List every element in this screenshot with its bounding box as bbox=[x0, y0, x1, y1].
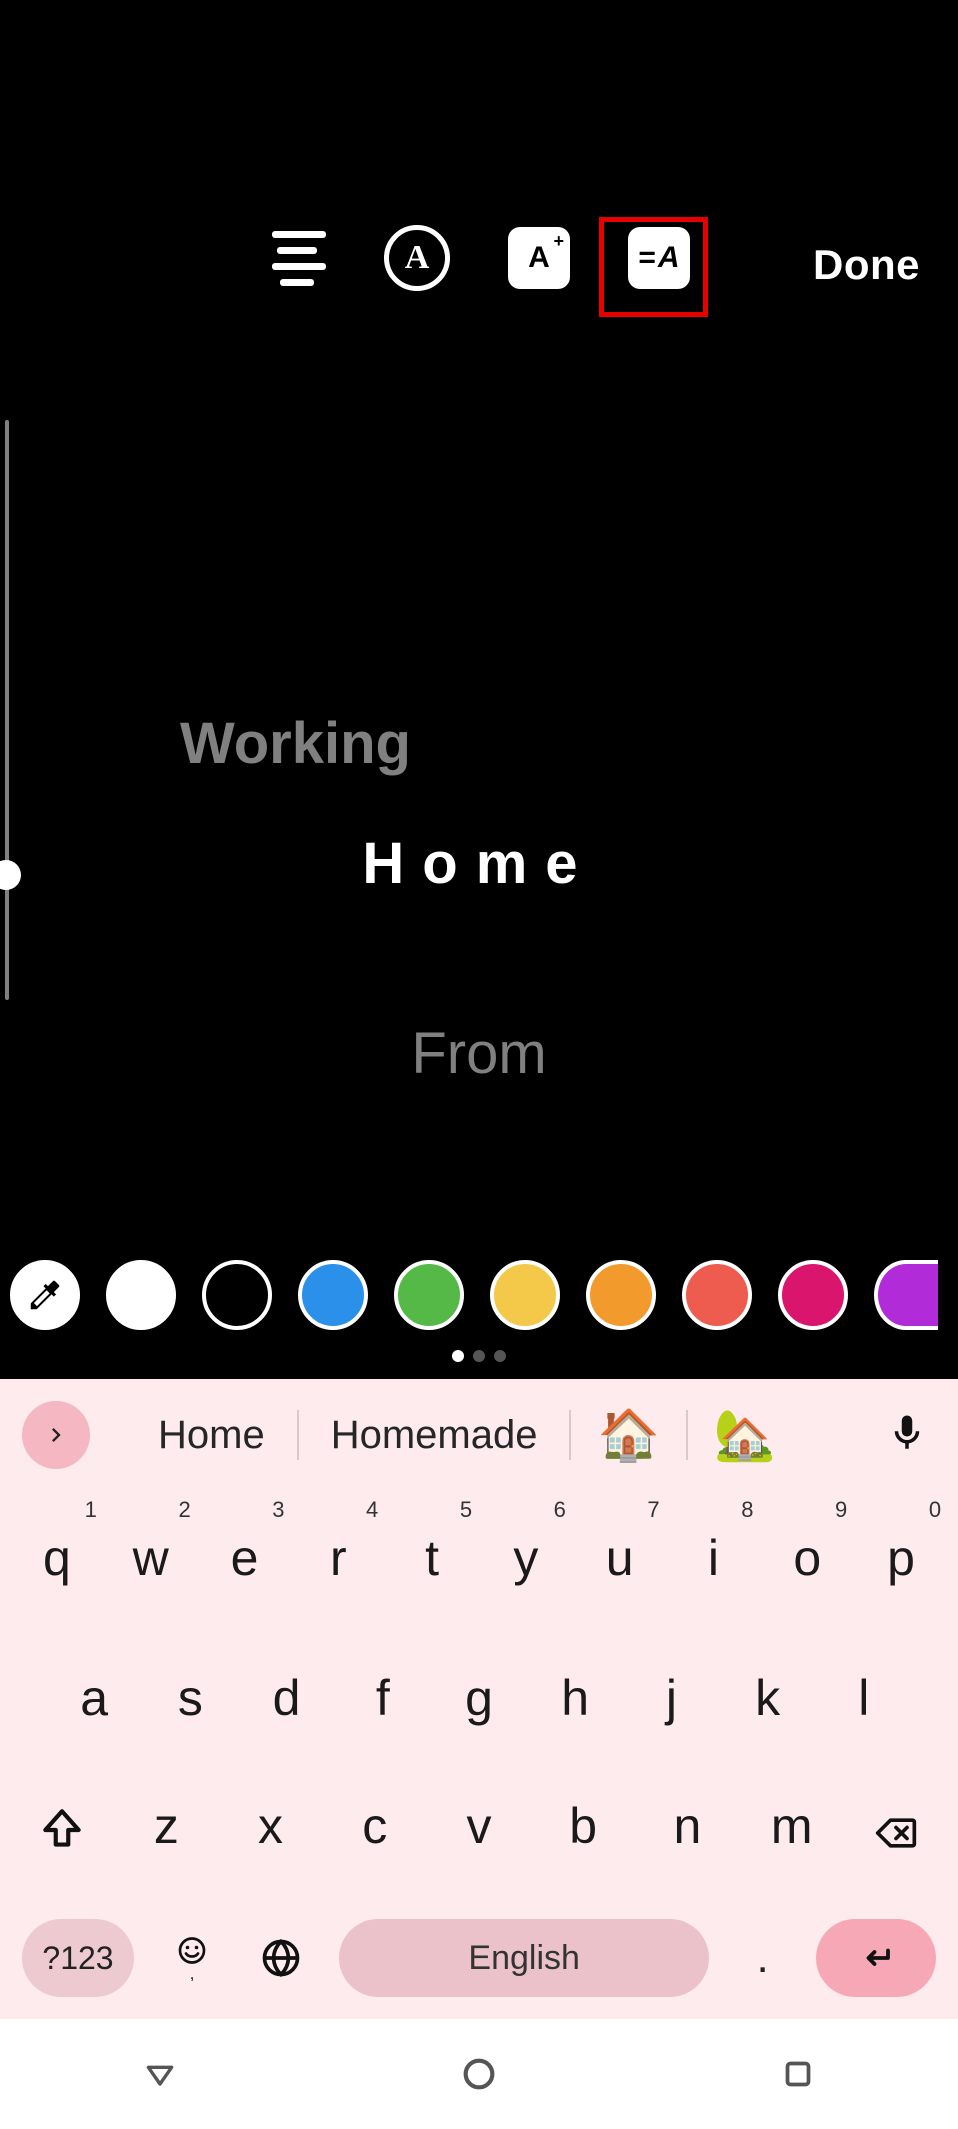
story-canvas: A A + =A Done Working Home From bbox=[0, 0, 958, 1379]
key-y[interactable]: y6 bbox=[480, 1529, 572, 1587]
color-swatch-green[interactable] bbox=[394, 1260, 464, 1330]
chevron-right-icon bbox=[42, 1421, 70, 1449]
eyedropper-button[interactable] bbox=[10, 1260, 80, 1330]
swatch-pager bbox=[452, 1350, 506, 1362]
emoji-icon: , bbox=[174, 1935, 210, 1981]
language-key[interactable] bbox=[251, 1936, 311, 1980]
key-n[interactable]: n bbox=[641, 1797, 733, 1855]
voice-input-button[interactable] bbox=[886, 1407, 928, 1464]
done-button[interactable]: Done bbox=[813, 241, 920, 289]
key-a[interactable]: a bbox=[46, 1669, 142, 1727]
circle-icon bbox=[459, 2054, 499, 2094]
suggestion-emoji-2[interactable]: 🏡 bbox=[692, 1406, 798, 1465]
font-size-button[interactable]: A + bbox=[508, 227, 570, 289]
key-v[interactable]: v bbox=[433, 1797, 525, 1855]
period-key[interactable]: . bbox=[738, 1933, 788, 1983]
triangle-down-icon bbox=[140, 2054, 180, 2094]
backspace-key[interactable] bbox=[850, 1811, 942, 1855]
font-style-button[interactable]: A bbox=[384, 225, 450, 291]
color-swatch-orange[interactable] bbox=[586, 1260, 656, 1330]
color-swatch-row bbox=[0, 1260, 958, 1330]
color-swatch-yellow[interactable] bbox=[490, 1260, 560, 1330]
key-t[interactable]: t5 bbox=[386, 1529, 478, 1587]
pager-dot-3 bbox=[494, 1350, 506, 1362]
key-l[interactable]: l bbox=[816, 1669, 912, 1727]
keyboard: Home Homemade 🏠 🏡 q1 w2 e3 r4 t5 y6 u7 i… bbox=[0, 1379, 958, 2129]
suggestion-row: Home Homemade 🏠 🏡 bbox=[0, 1379, 958, 1491]
eyedropper-icon bbox=[26, 1276, 64, 1314]
highlight-annotation bbox=[599, 217, 708, 317]
key-f[interactable]: f bbox=[335, 1669, 431, 1727]
font-size-label: A bbox=[528, 241, 550, 275]
pager-dot-2 bbox=[473, 1350, 485, 1362]
key-h[interactable]: h bbox=[527, 1669, 623, 1727]
key-p[interactable]: p0 bbox=[855, 1529, 947, 1587]
shift-key[interactable] bbox=[16, 1805, 108, 1855]
font-size-slider-thumb[interactable] bbox=[0, 860, 21, 890]
nav-back-button[interactable] bbox=[137, 2051, 183, 2097]
key-c[interactable]: c bbox=[329, 1797, 421, 1855]
key-r[interactable]: r4 bbox=[292, 1529, 384, 1587]
shift-icon bbox=[37, 1805, 87, 1855]
font-size-sup: + bbox=[553, 231, 564, 252]
key-q[interactable]: q1 bbox=[11, 1529, 103, 1587]
suggestion-divider bbox=[569, 1410, 571, 1460]
key-b[interactable]: b bbox=[537, 1797, 629, 1855]
key-u[interactable]: u7 bbox=[574, 1529, 666, 1587]
suggestion-emoji-1[interactable]: 🏠 bbox=[575, 1406, 681, 1465]
key-j[interactable]: j bbox=[623, 1669, 719, 1727]
key-k[interactable]: k bbox=[720, 1669, 816, 1727]
key-row-3: z x c v b n m bbox=[0, 1797, 958, 1855]
key-x[interactable]: x bbox=[225, 1797, 317, 1855]
key-w[interactable]: w2 bbox=[105, 1529, 197, 1587]
color-swatch-purple[interactable] bbox=[874, 1260, 938, 1330]
color-swatch-blue[interactable] bbox=[298, 1260, 368, 1330]
space-key[interactable]: English bbox=[339, 1919, 709, 1997]
color-swatch-magenta[interactable] bbox=[778, 1260, 848, 1330]
pager-dot-1 bbox=[452, 1350, 464, 1362]
canvas-text-line2[interactable]: Home bbox=[362, 830, 595, 897]
suggestion-divider bbox=[686, 1410, 688, 1460]
microphone-icon bbox=[886, 1407, 928, 1459]
key-e[interactable]: e3 bbox=[198, 1529, 290, 1587]
key-g[interactable]: g bbox=[431, 1669, 527, 1727]
key-m[interactable]: m bbox=[746, 1797, 838, 1855]
backspace-icon bbox=[868, 1811, 924, 1855]
nav-recent-button[interactable] bbox=[775, 2051, 821, 2097]
key-row-2: a s d f g h j k l bbox=[0, 1669, 958, 1727]
key-z[interactable]: z bbox=[120, 1797, 212, 1855]
emoji-key[interactable]: , bbox=[162, 1935, 222, 1981]
suggestion-expand-button[interactable] bbox=[22, 1401, 90, 1469]
key-d[interactable]: d bbox=[238, 1669, 334, 1727]
key-i[interactable]: i8 bbox=[667, 1529, 759, 1587]
key-s[interactable]: s bbox=[142, 1669, 238, 1727]
suggestion-1[interactable]: Home bbox=[130, 1413, 293, 1458]
key-o[interactable]: o9 bbox=[761, 1529, 853, 1587]
key-row-4: ?123 , English . bbox=[0, 1919, 958, 1997]
globe-icon bbox=[259, 1936, 303, 1980]
suggestion-2[interactable]: Homemade bbox=[303, 1413, 566, 1458]
color-swatch-white[interactable] bbox=[106, 1260, 176, 1330]
color-swatch-black[interactable] bbox=[202, 1260, 272, 1330]
font-size-slider-track[interactable] bbox=[5, 420, 9, 1000]
canvas-text-line1[interactable]: Working bbox=[180, 710, 411, 777]
enter-key[interactable] bbox=[816, 1919, 936, 1997]
enter-icon bbox=[851, 1940, 901, 1976]
key-row-1: q1 w2 e3 r4 t5 y6 u7 i8 o9 p0 bbox=[0, 1529, 958, 1587]
symbols-key[interactable]: ?123 bbox=[22, 1919, 134, 1997]
android-nav-bar bbox=[0, 2019, 958, 2129]
canvas-text-line3[interactable]: From bbox=[411, 1020, 546, 1087]
align-button[interactable] bbox=[268, 229, 326, 287]
suggestion-divider bbox=[297, 1410, 299, 1460]
square-icon bbox=[780, 2056, 816, 2092]
nav-home-button[interactable] bbox=[456, 2051, 502, 2097]
svg-text:,: , bbox=[190, 1965, 195, 1981]
color-swatch-coral[interactable] bbox=[682, 1260, 752, 1330]
